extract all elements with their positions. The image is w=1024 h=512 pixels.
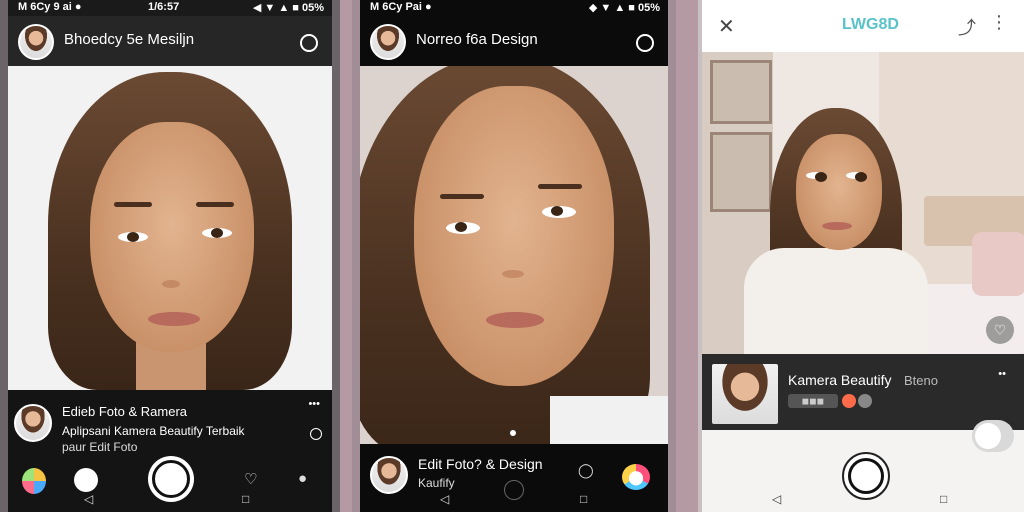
back-button[interactable]: ◁ xyxy=(84,492,93,506)
shirt xyxy=(550,396,668,444)
share-icon[interactable]: ⤴ xyxy=(958,14,976,40)
camera-switch-icon[interactable] xyxy=(300,34,318,52)
heart-icon[interactable]: ♡ xyxy=(244,470,257,488)
cloud-app-icon[interactable] xyxy=(622,464,650,490)
status-left: M 6Cy Pai ● xyxy=(370,1,432,13)
page-indicator xyxy=(510,430,516,436)
avatar[interactable] xyxy=(14,404,52,442)
mirror-top xyxy=(710,60,772,124)
app-subtitle-2: paur Edit Foto xyxy=(62,440,138,454)
photo-preview[interactable]: ♡ xyxy=(702,52,1024,354)
left-eye xyxy=(446,222,480,234)
nose xyxy=(162,280,180,288)
home-button[interactable]: □ xyxy=(580,492,587,506)
lips xyxy=(486,312,544,328)
lips xyxy=(148,312,200,326)
app-subtitle: Aplipsani Kamera Beautify Terbaik xyxy=(62,424,245,438)
system-nav: ◁ □ xyxy=(360,490,668,512)
app-header: Bhoedcy 5e Mesiljn xyxy=(8,16,332,66)
card-tag: Bteno xyxy=(904,373,938,388)
status-time: 1/6:57 xyxy=(148,1,180,13)
info-card[interactable]: Kamera Beautify Bteno •• ◼◼◼ xyxy=(702,354,1024,430)
app-title: Edit Foto? & Design xyxy=(418,456,543,472)
profile-icon[interactable]: ◯ xyxy=(578,462,594,479)
phone-middle: M 6Cy Pai ● ◆ ▼ ▲ ■ 05% Norreo f6a Desig… xyxy=(352,0,676,512)
gallery-button[interactable] xyxy=(74,468,98,492)
mirror-bottom xyxy=(710,132,772,212)
right-eye xyxy=(542,206,576,218)
face-skin xyxy=(796,134,882,250)
right-eye xyxy=(202,228,232,238)
back-button[interactable]: ◁ xyxy=(440,492,449,506)
mode-toggle[interactable] xyxy=(972,420,1014,452)
avatar[interactable] xyxy=(18,24,54,60)
rating-badge: ◼◼◼ xyxy=(788,394,838,408)
status-bar: M 6Cy Pai ● ◆ ▼ ▲ ■ 05% xyxy=(360,0,668,16)
face-skin xyxy=(414,86,614,386)
home-button[interactable]: □ xyxy=(242,492,249,506)
nose xyxy=(502,270,524,278)
system-nav: ◁ □ xyxy=(8,490,332,512)
status-right: ◀ ▼ ▲ ■ 05% xyxy=(252,2,324,14)
heart-icon[interactable]: ♡ xyxy=(986,316,1014,344)
system-nav: ◁ □ xyxy=(702,490,1024,512)
right-eye xyxy=(846,172,867,182)
thumbnail[interactable] xyxy=(712,364,778,424)
status-left: M 6Cy 9 ai ● xyxy=(18,1,82,13)
lips xyxy=(822,222,852,230)
avatar[interactable] xyxy=(370,24,406,60)
accent-dot xyxy=(842,394,856,408)
more-icon[interactable]: ••• xyxy=(308,398,320,410)
status-right: ◆ ▼ ▲ ■ 05% xyxy=(588,2,660,14)
right-brow xyxy=(538,184,582,189)
camera-preview[interactable] xyxy=(360,66,668,444)
left-eye xyxy=(118,232,148,242)
left-eye xyxy=(806,172,827,182)
brand-logo: LWG8D xyxy=(842,16,899,33)
more-icon[interactable]: •• xyxy=(998,368,1006,380)
card-title: Kamera Beautify xyxy=(788,372,892,388)
phone-right: ✕ LWG8D ⤴ ⋮ ♡ Kamera Beautify Bteno •• ◼… xyxy=(698,0,1024,512)
profile-icon[interactable]: ● xyxy=(298,470,307,487)
shirt xyxy=(744,248,928,354)
close-icon[interactable]: ✕ xyxy=(718,14,735,39)
app-header: Norreo f6a Design xyxy=(360,16,668,66)
camera-switch-icon[interactable] xyxy=(636,34,654,52)
header-title: Bhoedcy 5e Mesiljn xyxy=(64,31,195,48)
left-brow xyxy=(440,194,484,199)
camera-preview[interactable] xyxy=(8,66,332,390)
left-brow xyxy=(114,202,152,207)
avatar[interactable] xyxy=(370,456,408,494)
right-brow xyxy=(196,202,234,207)
pillow xyxy=(972,232,1024,296)
header-title: Norreo f6a Design xyxy=(416,31,538,48)
grey-dot xyxy=(858,394,872,408)
browser-toolbar: ✕ LWG8D ⤴ ⋮ xyxy=(702,0,1024,52)
status-bar: M 6Cy 9 ai ● 1/6:57 ◀ ▼ ▲ ■ 05% xyxy=(8,0,332,16)
app-subtitle: Kaufify xyxy=(418,476,455,490)
info-icon[interactable] xyxy=(310,428,322,440)
more-vertical-icon[interactable]: ⋮ xyxy=(990,12,1008,33)
phone-left: M 6Cy 9 ai ● 1/6:57 ◀ ▼ ▲ ■ 05% Bhoedcy … xyxy=(0,0,340,512)
back-button[interactable]: ◁ xyxy=(772,492,781,506)
home-button[interactable]: □ xyxy=(940,492,947,506)
app-title: Edieb Foto & Ramera xyxy=(62,404,188,419)
